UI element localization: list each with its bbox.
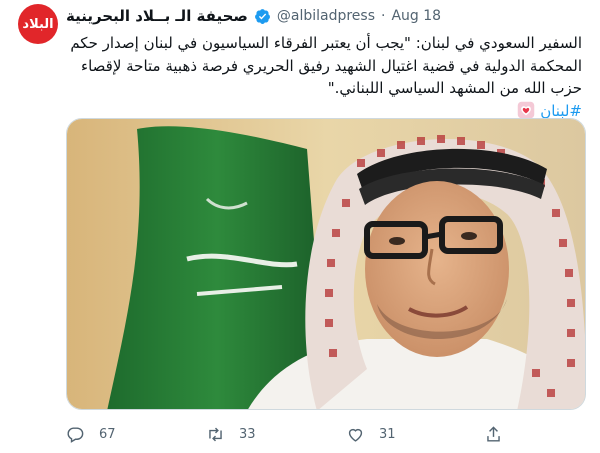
reply-icon [67, 426, 84, 443]
lebanon-heart-icon [518, 101, 535, 118]
tweet-date[interactable]: Aug 18 [391, 8, 441, 24]
avatar-logo-text: البلاد [22, 16, 54, 32]
reply-count: 67 [99, 426, 116, 442]
handle[interactable]: @albiladpress [277, 8, 375, 24]
like-button[interactable]: 31 [346, 425, 486, 444]
retweet-icon [209, 427, 222, 441]
tweet-header: البلاد صحيفة الـ بــلاد البحرينية @albil… [0, 0, 600, 44]
separator-dot: · [381, 8, 386, 24]
tweet-text-line: السفير السعودي في لبنان: "يجب أن يعتبر ا… [70, 34, 582, 52]
heart-icon [348, 428, 363, 442]
hashtag-link[interactable]: #لبنان [540, 102, 582, 120]
share-button[interactable] [484, 425, 524, 444]
tweet-text: السفير السعودي في لبنان: "يجب أن يعتبر ا… [66, 32, 582, 122]
retweet-count: 33 [239, 426, 256, 442]
display-name[interactable]: صحيفة الـ بــلاد البحرينية [66, 7, 248, 25]
verified-badge-icon [254, 8, 270, 24]
tweet-text-line: حزب الله من المشهد السياسي اللبناني." [327, 79, 582, 97]
avatar[interactable]: البلاد [18, 4, 58, 44]
reply-button[interactable]: 67 [66, 425, 206, 444]
tweet-actions: 67 33 31 [66, 420, 546, 448]
tweet-photo[interactable] [66, 118, 586, 410]
tweet-card: البلاد صحيفة الـ بــلاد البحرينية @albil… [0, 0, 600, 453]
retweet-button[interactable]: 33 [206, 425, 346, 444]
author-meta: صحيفة الـ بــلاد البحرينية @albiladpress… [66, 7, 441, 25]
like-count: 31 [379, 426, 396, 442]
share-icon [487, 425, 500, 442]
tweet-text-line: المحكمة الدولية في قضية اغتيال الشهيد رف… [81, 56, 582, 75]
photo-of-ambassador-icon [67, 119, 585, 409]
